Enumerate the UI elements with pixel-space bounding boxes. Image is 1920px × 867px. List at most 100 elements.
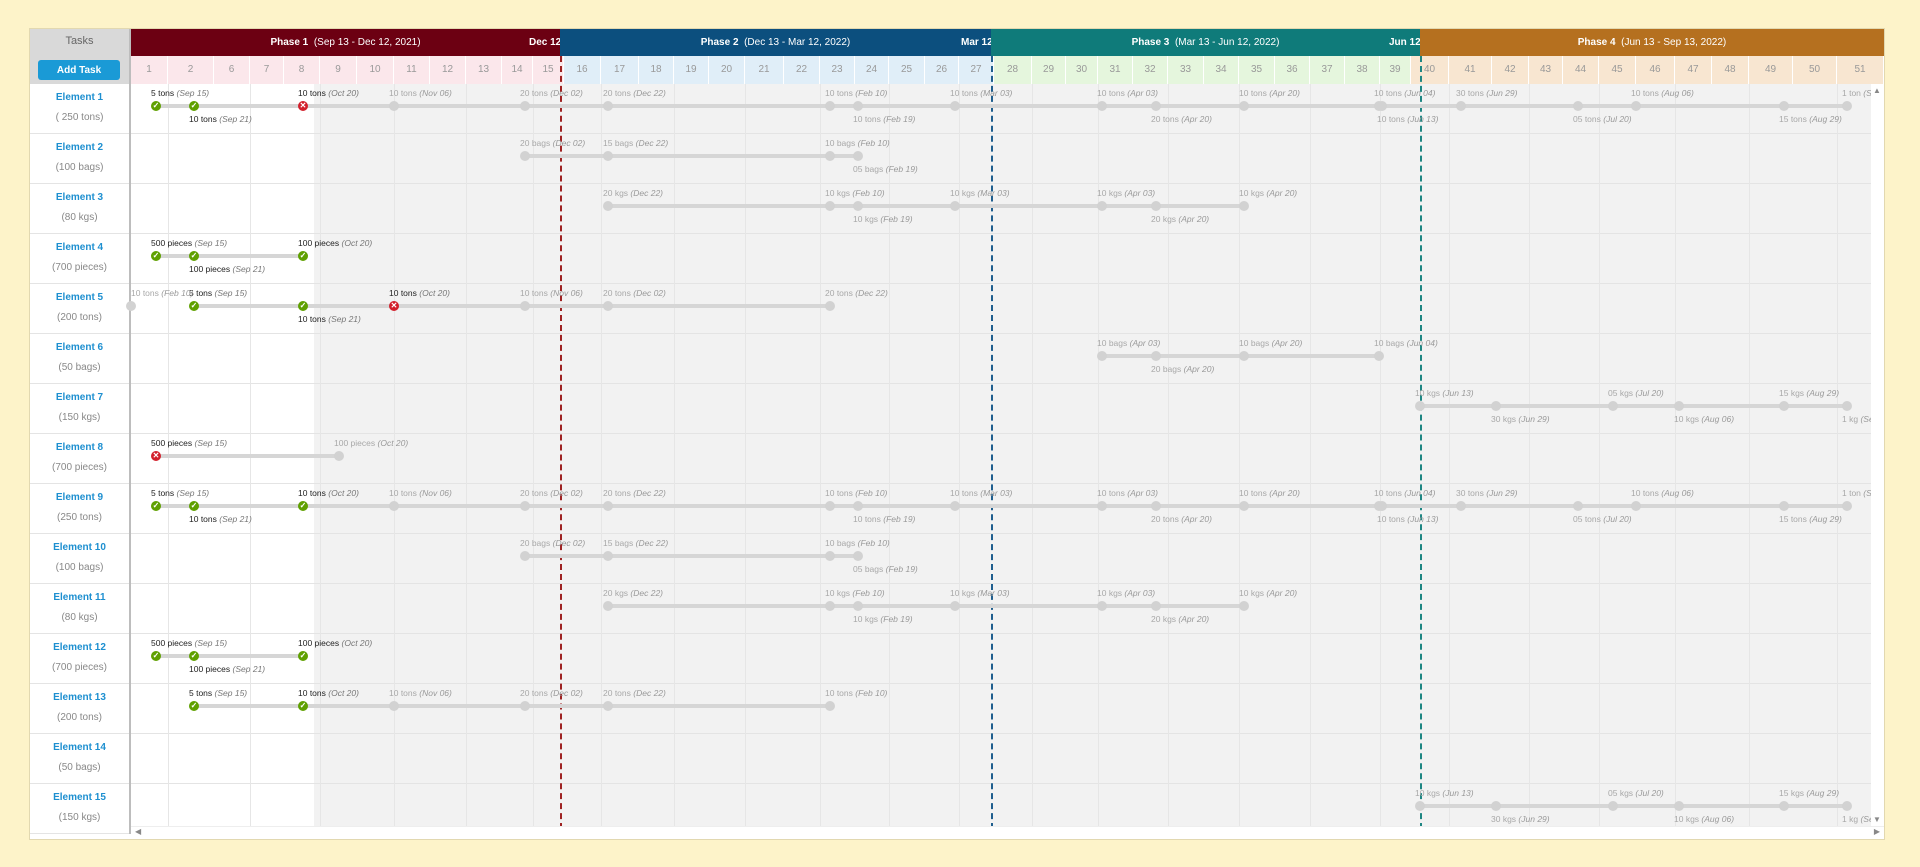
task-name-link[interactable]: Element 8 [30, 434, 129, 453]
milestone-dot[interactable] [853, 151, 863, 161]
milestone-check-icon[interactable]: ✓ [189, 701, 199, 711]
milestone-dot[interactable] [1239, 601, 1249, 611]
milestone-dot[interactable] [1097, 351, 1107, 361]
task-progress-bar[interactable] [156, 254, 303, 258]
milestone-cross-icon[interactable]: ✕ [298, 101, 308, 111]
milestone-check-icon[interactable]: ✓ [189, 651, 199, 661]
milestone-dot[interactable] [603, 551, 613, 561]
milestone-dot[interactable] [825, 301, 835, 311]
milestone-dot[interactable] [520, 551, 530, 561]
milestone-dot[interactable] [1456, 101, 1466, 111]
milestone-check-icon[interactable]: ✓ [298, 651, 308, 661]
milestone-dot[interactable] [389, 701, 399, 711]
milestone-dot[interactable] [1097, 501, 1107, 511]
milestone-dot[interactable] [603, 101, 613, 111]
milestone-check-icon[interactable]: ✓ [151, 501, 161, 511]
milestone-dot[interactable] [1608, 401, 1618, 411]
task-name-link[interactable]: Element 3 [30, 184, 129, 203]
milestone-dot[interactable] [825, 701, 835, 711]
milestone-check-icon[interactable]: ✓ [298, 301, 308, 311]
milestone-dot[interactable] [520, 501, 530, 511]
milestone-dot[interactable] [1456, 501, 1466, 511]
milestone-dot[interactable] [853, 551, 863, 561]
milestone-dot[interactable] [1779, 801, 1789, 811]
milestone-dot[interactable] [1374, 351, 1384, 361]
milestone-dot[interactable] [825, 201, 835, 211]
milestone-dot[interactable] [1674, 401, 1684, 411]
milestone-dot[interactable] [853, 601, 863, 611]
task-name-link[interactable]: Element 1 [30, 84, 129, 103]
milestone-dot[interactable] [1151, 101, 1161, 111]
task-name-link[interactable]: Element 11 [30, 584, 129, 603]
milestone-dot[interactable] [853, 101, 863, 111]
scroll-down-icon[interactable]: ▼ [1873, 815, 1881, 824]
milestone-dot[interactable] [603, 501, 613, 511]
horizontal-scrollbar[interactable]: ◀ ▶ [131, 826, 1884, 839]
task-name-link[interactable]: Element 14 [30, 734, 129, 753]
milestone-dot[interactable] [1239, 201, 1249, 211]
milestone-dot[interactable] [1842, 501, 1852, 511]
task-progress-bar[interactable] [525, 554, 858, 558]
task-progress-bar[interactable] [156, 654, 303, 658]
milestone-dot[interactable] [603, 601, 613, 611]
milestone-dot[interactable] [1608, 801, 1618, 811]
milestone-dot[interactable] [1674, 801, 1684, 811]
milestone-dot[interactable] [1097, 101, 1107, 111]
milestone-dot[interactable] [950, 501, 960, 511]
milestone-dot[interactable] [1151, 201, 1161, 211]
milestone-dot[interactable] [1239, 101, 1249, 111]
milestone-dot[interactable] [825, 151, 835, 161]
milestone-check-icon[interactable]: ✓ [189, 101, 199, 111]
milestone-dot[interactable] [1377, 501, 1387, 511]
milestone-dot[interactable] [1491, 801, 1501, 811]
milestone-dot[interactable] [1151, 601, 1161, 611]
milestone-dot[interactable] [1842, 801, 1852, 811]
milestone-dot[interactable] [825, 101, 835, 111]
task-progress-bar[interactable] [156, 454, 339, 458]
milestone-dot[interactable] [520, 301, 530, 311]
milestone-dot[interactable] [603, 151, 613, 161]
milestone-dot[interactable] [603, 201, 613, 211]
milestone-dot[interactable] [334, 451, 344, 461]
milestone-dot[interactable] [1842, 401, 1852, 411]
milestone-dot[interactable] [825, 601, 835, 611]
milestone-check-icon[interactable]: ✓ [298, 251, 308, 261]
task-progress-bar[interactable] [194, 304, 830, 308]
vertical-scrollbar[interactable]: ▲ ▼ [1871, 84, 1884, 826]
task-progress-bar[interactable] [156, 504, 1847, 508]
milestone-dot[interactable] [1631, 501, 1641, 511]
milestone-dot[interactable] [1779, 101, 1789, 111]
milestone-dot[interactable] [1151, 351, 1161, 361]
milestone-dot[interactable] [1779, 501, 1789, 511]
task-name-link[interactable]: Element 12 [30, 634, 129, 653]
milestone-dot[interactable] [1377, 101, 1387, 111]
milestone-dot[interactable] [950, 601, 960, 611]
milestone-dot[interactable] [1097, 201, 1107, 211]
task-name-link[interactable]: Element 7 [30, 384, 129, 403]
milestone-dot[interactable] [825, 501, 835, 511]
task-name-link[interactable]: Element 9 [30, 484, 129, 503]
milestone-dot[interactable] [1097, 601, 1107, 611]
scroll-up-icon[interactable]: ▲ [1873, 86, 1881, 95]
milestone-dot[interactable] [1415, 401, 1425, 411]
milestone-dot[interactable] [1573, 101, 1583, 111]
milestone-check-icon[interactable]: ✓ [189, 501, 199, 511]
task-progress-bar[interactable] [608, 204, 1244, 208]
task-name-link[interactable]: Element 6 [30, 334, 129, 353]
add-task-button[interactable]: Add Task [38, 60, 120, 80]
milestone-dot[interactable] [126, 301, 136, 311]
milestone-dot[interactable] [389, 101, 399, 111]
milestone-dot[interactable] [1842, 101, 1852, 111]
milestone-dot[interactable] [603, 301, 613, 311]
task-name-link[interactable]: Element 4 [30, 234, 129, 253]
milestone-dot[interactable] [1573, 501, 1583, 511]
milestone-dot[interactable] [825, 551, 835, 561]
scroll-right-icon[interactable]: ▶ [1874, 827, 1880, 836]
milestone-dot[interactable] [389, 501, 399, 511]
milestone-cross-icon[interactable]: ✕ [389, 301, 399, 311]
milestone-dot[interactable] [950, 201, 960, 211]
milestone-check-icon[interactable]: ✓ [151, 101, 161, 111]
milestone-dot[interactable] [853, 501, 863, 511]
milestone-check-icon[interactable]: ✓ [151, 251, 161, 261]
milestone-dot[interactable] [1151, 501, 1161, 511]
